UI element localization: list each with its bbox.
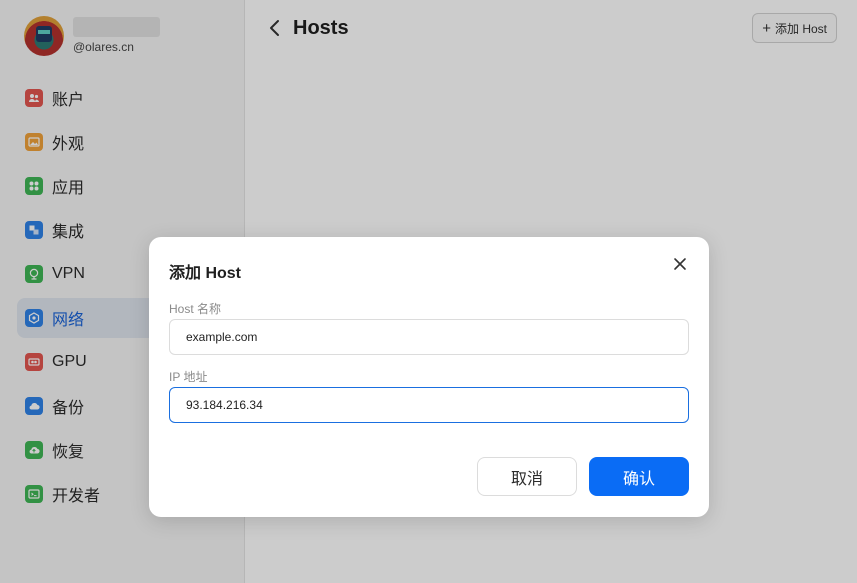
- close-icon: [674, 258, 686, 270]
- confirm-button[interactable]: 确认: [589, 457, 689, 496]
- cancel-button[interactable]: 取消: [477, 457, 577, 496]
- add-host-dialog: 添加 Host Host 名称 IP 地址 取消 确认: [149, 237, 709, 517]
- close-button[interactable]: [671, 255, 689, 273]
- host-name-label: Host 名称: [169, 302, 222, 316]
- ip-address-input[interactable]: [169, 387, 689, 423]
- ip-address-label: IP 地址: [169, 370, 208, 384]
- app-window: @olares.cn 账户 外观 应用 集成 VPN 网络 GPU 备份 恢复 …: [0, 0, 857, 583]
- host-name-input[interactable]: [169, 319, 689, 355]
- dialog-title: 添加 Host: [169, 265, 242, 282]
